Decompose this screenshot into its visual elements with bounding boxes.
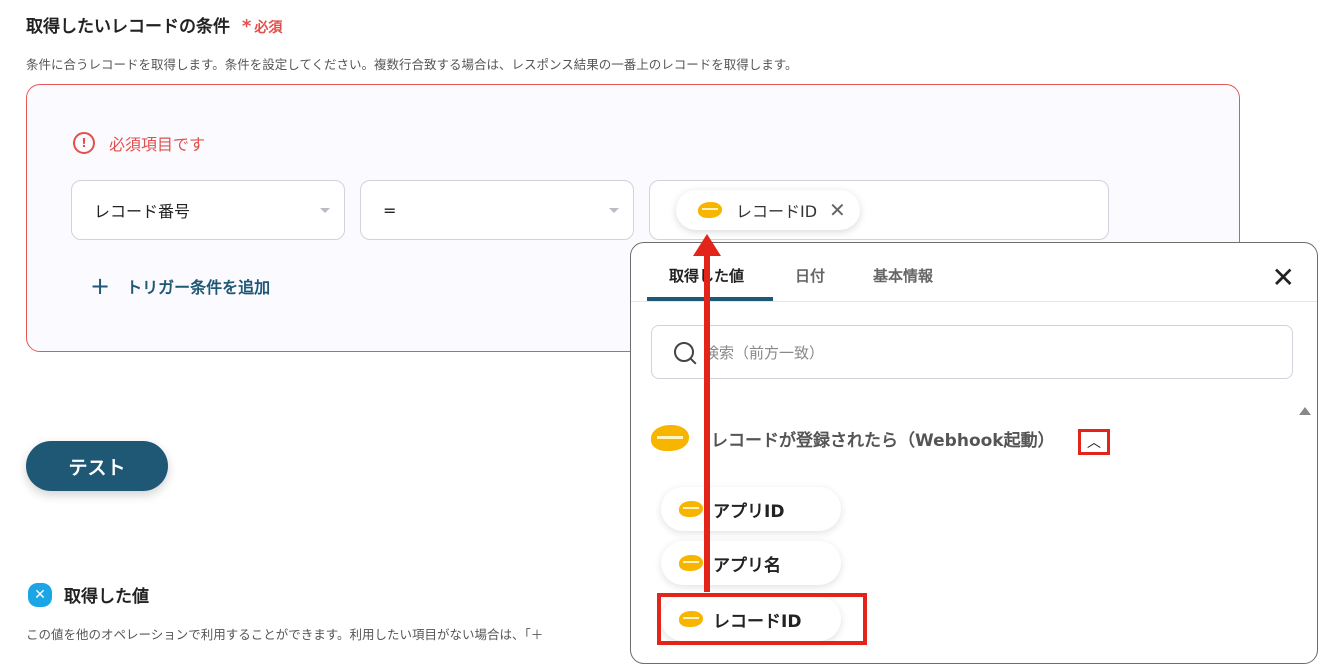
search-placeholder: 検索（前方一致） bbox=[704, 343, 825, 362]
tab-divider bbox=[631, 301, 1317, 302]
search-input[interactable]: 検索（前方一致） bbox=[651, 325, 1293, 379]
search-icon bbox=[674, 342, 694, 362]
kintone-icon bbox=[679, 555, 703, 571]
scroll-up-icon[interactable] bbox=[1299, 407, 1311, 415]
list-item[interactable]: アプリID bbox=[661, 487, 841, 531]
section-description: 条件に合うレコードを取得します。条件を設定してください。複数行合致する場合は、レ… bbox=[26, 57, 798, 72]
annotation-highlight-box bbox=[657, 593, 867, 645]
close-icon[interactable]: ✕ bbox=[1272, 261, 1295, 294]
error-text: 必須項目です bbox=[109, 135, 206, 154]
acquired-title-text: 取得した値 bbox=[64, 587, 149, 607]
error-message: ! 必須項目です bbox=[73, 131, 205, 155]
add-trigger-label: トリガー条件を追加 bbox=[126, 278, 271, 297]
value-chip[interactable]: レコードID ✕ bbox=[676, 190, 860, 230]
caret-down-icon bbox=[320, 208, 330, 213]
annotation-arrow-shaft bbox=[704, 252, 710, 592]
kintone-icon bbox=[698, 202, 722, 218]
list-item-label: アプリ名 bbox=[713, 555, 781, 576]
tab-date[interactable]: 日付 bbox=[795, 265, 825, 286]
acquired-description: この値を他のオペレーションで利用することができます。利用したい項目がない場合は、… bbox=[26, 627, 544, 642]
group-header: レコードが登録されたら（Webhook起動） bbox=[651, 425, 1055, 451]
list-item-label: アプリID bbox=[713, 501, 785, 522]
operator-select-value: = bbox=[383, 200, 397, 220]
value-chip-label: レコードID bbox=[736, 202, 818, 221]
list-item[interactable]: アプリ名 bbox=[661, 541, 841, 585]
section-title-text: 取得したいレコードの条件 bbox=[26, 17, 230, 37]
yoom-x-icon: ✕ bbox=[28, 582, 52, 607]
kintone-icon bbox=[679, 501, 703, 517]
caret-down-icon bbox=[609, 208, 619, 213]
remove-icon[interactable]: ✕ bbox=[829, 198, 846, 222]
chevron-up-icon[interactable]: ︿ bbox=[1078, 429, 1110, 455]
add-trigger-button[interactable]: + トリガー条件を追加 bbox=[90, 272, 270, 300]
group-title: レコードが登録されたら（Webhook起動） bbox=[711, 430, 1055, 451]
operator-select[interactable]: = bbox=[360, 180, 634, 240]
field-select[interactable]: レコード番号 bbox=[71, 180, 345, 240]
required-badge: * 必須 bbox=[241, 16, 283, 37]
test-button[interactable]: テスト bbox=[26, 441, 168, 491]
annotation-arrow-head bbox=[693, 234, 721, 256]
alert-circle-icon: ! bbox=[73, 132, 95, 154]
tab-basic-info[interactable]: 基本情報 bbox=[873, 265, 933, 286]
field-select-value: レコード番号 bbox=[94, 202, 191, 221]
section-title: 取得したいレコードの条件 * 必須 bbox=[26, 12, 282, 37]
kintone-icon bbox=[651, 425, 689, 451]
plus-icon: + bbox=[90, 272, 111, 300]
acquired-title: ✕ 取得した値 bbox=[28, 582, 149, 607]
value-picker-panel: 取得した値 日付 基本情報 ✕ 検索（前方一致） レコードが登録されたら（Web… bbox=[630, 242, 1318, 664]
